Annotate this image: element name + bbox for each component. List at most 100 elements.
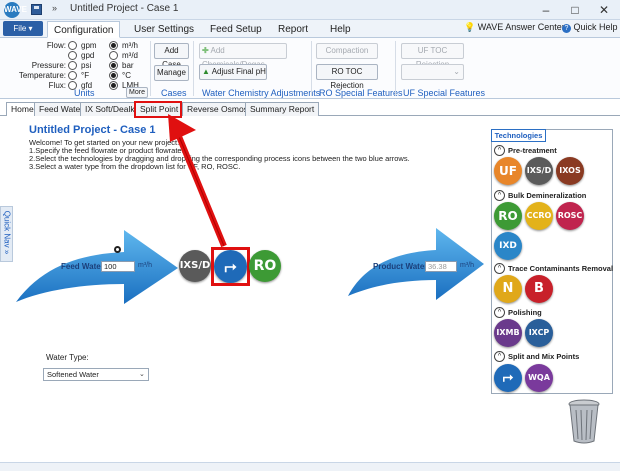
ro-process-icon[interactable]: RO: [249, 250, 281, 282]
plus-icon: ✚: [202, 46, 209, 55]
project-title: Untitled Project - Case 1: [29, 124, 156, 136]
minimize-button[interactable]: –: [532, 0, 560, 20]
feed-connector-icon: [114, 246, 121, 253]
tab-configuration[interactable]: Configuration: [47, 21, 121, 38]
compaction-button[interactable]: Compaction: [316, 43, 378, 59]
rosc-tech-icon[interactable]: ROSC: [556, 202, 584, 230]
feed-flow-input[interactable]: 100: [101, 261, 135, 272]
ixcp-tech-icon[interactable]: IXCP: [525, 319, 553, 347]
ccro-tech-icon[interactable]: CCRO: [525, 202, 553, 230]
more-units-button[interactable]: More: [126, 87, 148, 98]
uf-toc-dropdown[interactable]: ⌄: [401, 64, 464, 80]
radio-fahrenheit[interactable]: [68, 71, 77, 80]
ixs-d-process-icon[interactable]: IXS/D: [179, 250, 211, 282]
adjust-final-ph-button[interactable]: ▲ Adjust Final pH: [199, 64, 267, 80]
manage-cases-button[interactable]: Manage: [154, 65, 189, 81]
tab-user-settings[interactable]: User Settings: [128, 21, 200, 38]
ixd-tech-icon[interactable]: IXD: [494, 232, 522, 260]
section-polishing: Polishing: [508, 308, 542, 317]
radio-gpd[interactable]: [68, 51, 77, 60]
uf-toc-rejection-button[interactable]: UF TOC Rejection: [401, 43, 464, 69]
tab-summary-report[interactable]: Summary Report: [245, 102, 320, 116]
status-bar: [0, 462, 620, 471]
add-case-button[interactable]: Add Case: [154, 43, 189, 69]
save-icon[interactable]: [31, 4, 42, 15]
cases-group-label: Cases: [161, 88, 187, 98]
tab-ix-soft-dealk[interactable]: IX Soft/Dealk: [80, 102, 140, 116]
collapse-icon[interactable]: ^: [494, 190, 505, 201]
lightbulb-icon: 💡: [464, 22, 476, 32]
units-group: Flow: Pressure: Temperature: Flux: gpm m…: [4, 40, 154, 90]
gpd-label: gpd: [81, 51, 95, 60]
ribbon-separator: [193, 41, 194, 96]
radio-m3h[interactable]: [109, 41, 118, 50]
triangle-ph-icon: ▲: [202, 67, 210, 76]
section-trace-contaminants: Trace Contaminants Removal: [508, 264, 614, 273]
window-title: Untitled Project - Case 1: [70, 3, 179, 14]
section-split-and-mix: Split and Mix Points: [508, 352, 580, 361]
radio-psi[interactable]: [68, 61, 77, 70]
wave-answer-center-label: WAVE Answer Center: [477, 22, 565, 32]
uf-tech-icon[interactable]: UF: [494, 157, 522, 185]
collapse-icon[interactable]: ^: [494, 263, 505, 274]
uf-special-features-label: UF Special Features: [403, 88, 486, 98]
app-logo-icon: WAVE: [4, 2, 27, 18]
radio-m3d[interactable]: [109, 51, 118, 60]
section-pretreatment: Pre-treatment: [508, 146, 557, 155]
pressure-label: Pressure:: [31, 61, 66, 70]
tab-report[interactable]: Report: [272, 21, 314, 38]
ribbon-separator: [150, 41, 151, 96]
ixs-d-tech-icon[interactable]: IXS/D: [525, 157, 553, 185]
add-chemicals-button[interactable]: ✚ Add Chemicals/Degas: [199, 43, 287, 69]
ro-tech-icon[interactable]: RO: [494, 202, 522, 230]
file-menu-button[interactable]: File ▾: [3, 21, 43, 36]
water-type-label: Water Type:: [46, 353, 89, 362]
water-type-dropdown[interactable]: Softened Water: [43, 368, 149, 381]
radio-gpm[interactable]: [68, 41, 77, 50]
ro-special-features-label: RO Special Features: [319, 88, 403, 98]
collapse-icon[interactable]: ^: [494, 145, 505, 156]
wqa-tech-icon[interactable]: WQA: [525, 364, 553, 392]
units-group-label: Units: [74, 88, 95, 98]
adjust-final-ph-label: Adjust Final pH: [211, 67, 266, 76]
water-chemistry-group-label: Water Chemistry Adjustments: [202, 88, 321, 98]
n-tech-icon[interactable]: N: [494, 275, 522, 303]
split-point-tech-icon[interactable]: ⮣: [494, 364, 522, 392]
help-circle-icon: ?: [562, 24, 571, 33]
b-tech-icon[interactable]: B: [525, 275, 553, 303]
ribbon-separator: [311, 41, 312, 96]
collapse-icon[interactable]: ^: [494, 351, 505, 362]
radio-lmh[interactable]: [109, 81, 118, 90]
ixos-tech-icon[interactable]: IXOS: [556, 157, 584, 185]
close-button[interactable]: ✕: [590, 0, 618, 20]
product-flow-input[interactable]: 36.38: [425, 261, 457, 272]
temperature-label: Temperature:: [18, 71, 66, 80]
radio-bar[interactable]: [109, 61, 118, 70]
chevron-down-icon: ⌄: [139, 371, 145, 378]
trash-bin-icon[interactable]: [565, 398, 603, 444]
bar-label: bar: [122, 61, 134, 70]
feed-water-label: Feed Water: [61, 262, 104, 271]
highlight-box: [211, 247, 250, 286]
tab-help[interactable]: Help: [324, 21, 357, 38]
quick-access-chevron-icon[interactable]: »: [52, 3, 57, 13]
wave-answer-center-link[interactable]: 💡 WAVE Answer Center: [464, 22, 565, 33]
collapse-icon[interactable]: ^: [494, 307, 505, 318]
red-pointer-arrow: [168, 114, 227, 248]
quick-nav-label[interactable]: Quick Nav »: [3, 206, 12, 260]
m3d-label: m³/d: [122, 51, 138, 60]
radio-celsius[interactable]: [109, 71, 118, 80]
quick-help-link[interactable]: ? Quick Help: [562, 22, 618, 33]
fahrenheit-label: °F: [81, 71, 90, 80]
m3h-label: m³/h: [122, 41, 138, 50]
flux-label: Flux:: [48, 81, 66, 90]
section-bulk-demineralization: Bulk Demineralization: [508, 191, 587, 200]
flow-label: Flow:: [46, 41, 66, 50]
ixmb-tech-icon[interactable]: IXMB: [494, 319, 522, 347]
tab-feed-setup[interactable]: Feed Setup: [204, 21, 268, 38]
gpm-label: gpm: [81, 41, 97, 50]
feed-flow-unit: m³/h: [138, 262, 152, 269]
ribbon-separator: [395, 41, 396, 96]
maximize-button[interactable]: □: [561, 0, 589, 20]
ro-toc-rejection-button[interactable]: RO TOC Rejection: [316, 64, 378, 90]
